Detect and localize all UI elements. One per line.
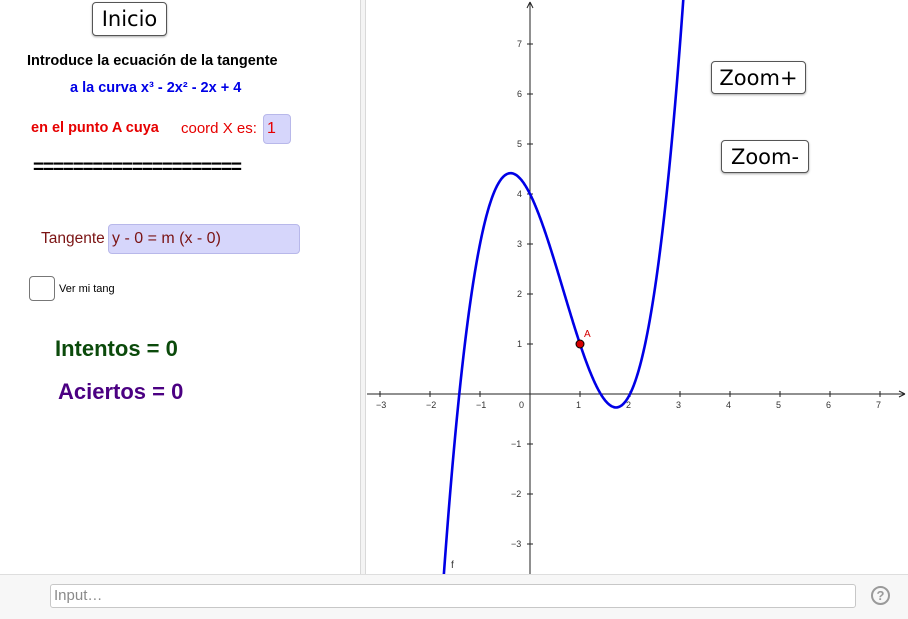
y-tick-label: 7 [517, 39, 522, 49]
y-tick-label: 3 [517, 239, 522, 249]
aciertos-counter: Aciertos = 0 [58, 379, 184, 404]
zoom-out-button[interactable]: Zoom- [721, 140, 809, 173]
y-tick-label: 5 [517, 139, 522, 149]
point-prefix-text: en el punto A cuya [31, 120, 159, 136]
x-tick-label: −3 [376, 400, 386, 410]
separator-line: ===================== [33, 157, 242, 178]
zoom-in-button[interactable]: Zoom+ [711, 61, 806, 94]
y-tick-label: −2 [511, 489, 521, 499]
point-a-label: A [584, 329, 591, 340]
x-tick-label: 5 [776, 400, 781, 410]
show-tangent-checkbox[interactable] [29, 276, 55, 301]
x-tick-label: 1 [576, 400, 581, 410]
x-tick-label: 3 [676, 400, 681, 410]
y-tick-label: 6 [517, 89, 522, 99]
graphics-view[interactable]: −3 −2 −1 0 1 2 3 4 5 6 71234567−1−2−3 f A [366, 0, 908, 574]
inicio-button[interactable]: Inicio [92, 2, 167, 36]
coord-label: coord X es: [181, 120, 257, 137]
x-tick-label: 6 [826, 400, 831, 410]
point-a[interactable] [575, 339, 585, 349]
function-label: f [451, 560, 454, 571]
y-tick-label: 2 [517, 289, 522, 299]
coord-x-field[interactable]: 1 [263, 114, 291, 144]
tangent-input[interactable]: y - 0 = m (x - 0) [108, 224, 300, 254]
x-tick-label: 7 [876, 400, 881, 410]
axes [367, 1, 906, 574]
y-tick-label: −1 [511, 439, 521, 449]
y-tick-label: 4 [517, 189, 522, 199]
intentos-counter: Intentos = 0 [55, 336, 178, 361]
curve-text: a la curva x³ - 2x² - 2x + 4 [70, 80, 242, 96]
y-tick-label: 1 [517, 339, 522, 349]
x-tick-label: 0 [519, 400, 524, 410]
tangent-label: Tangente [41, 230, 105, 247]
checkbox-label: Ver mi tang [59, 283, 115, 295]
x-tick-label: −2 [426, 400, 436, 410]
y-tick-label: −3 [511, 539, 521, 549]
x-tick-label: 4 [726, 400, 731, 410]
function-curve[interactable] [442, 0, 685, 574]
instruction-text: Introduce la ecuación de la tangente [27, 53, 278, 69]
question-mark-icon[interactable]: ? [871, 586, 890, 605]
x-tick-label: −1 [476, 400, 486, 410]
algebra-input[interactable]: Input… [50, 584, 856, 608]
